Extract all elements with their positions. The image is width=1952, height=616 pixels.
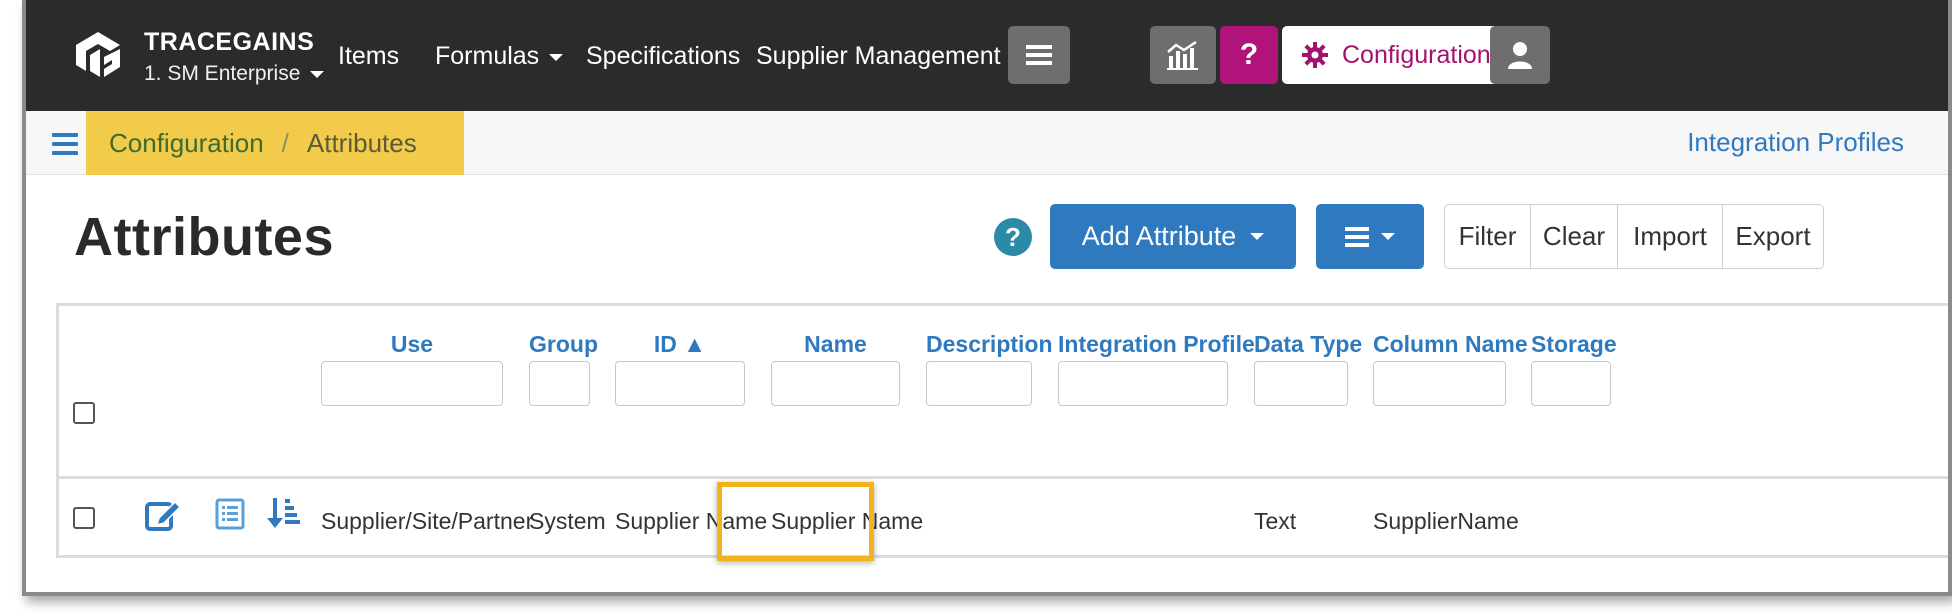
user-menu-button[interactable]	[1490, 26, 1550, 84]
breadcrumb-bar: Configuration / Attributes Integration P…	[26, 111, 1948, 175]
page-help-icon[interactable]: ?	[994, 218, 1032, 256]
help-button[interactable]: ?	[1220, 26, 1278, 84]
id-cell-highlight	[717, 482, 874, 561]
chevron-down-icon	[310, 70, 325, 78]
hamburger-icon	[1026, 45, 1052, 65]
filter-input-storage[interactable]	[1531, 361, 1611, 406]
column-header-use[interactable]: Use	[321, 331, 503, 358]
column-header-data-type[interactable]: Data Type	[1254, 331, 1362, 358]
brand-name: TRACEGAINS	[144, 28, 315, 56]
column-header-description[interactable]: Description	[926, 331, 1053, 358]
breadcrumb-configuration[interactable]: Configuration	[109, 128, 264, 159]
grid-action-buttons: Filter Clear Import Export	[1444, 204, 1824, 269]
cell-column-name: SupplierName	[1373, 508, 1519, 534]
tracegains-logo[interactable]	[70, 27, 126, 83]
enterprise-label: 1. SM Enterprise	[144, 62, 301, 85]
edit-icon[interactable]	[145, 498, 181, 532]
attributes-grid: Use Group ID ▲ Name Description Integrat…	[56, 303, 1948, 561]
filter-input-description[interactable]	[926, 361, 1032, 406]
enterprise-selector[interactable]: 1. SM Enterprise	[144, 62, 325, 86]
analytics-button[interactable]	[1150, 26, 1216, 84]
cell-data-type: Text	[1254, 508, 1297, 534]
column-header-storage[interactable]: Storage	[1531, 331, 1617, 358]
nav-specifications[interactable]: Specifications	[586, 42, 740, 71]
breadcrumb-separator: /	[281, 127, 289, 158]
column-header-name[interactable]: Name	[771, 331, 900, 358]
column-header-integration-profile[interactable]: Integration Profile	[1058, 331, 1255, 358]
configuration-button[interactable]: Configuration	[1282, 26, 1511, 84]
chevron-down-icon	[549, 53, 564, 61]
hamburger-icon	[1345, 226, 1369, 247]
chevron-down-icon	[1250, 233, 1265, 240]
bulk-actions-menu-button[interactable]	[1316, 204, 1424, 269]
grid-header: Use Group ID ▲ Name Description Integrat…	[59, 306, 1948, 479]
filter-input-use[interactable]	[321, 361, 503, 406]
column-header-id[interactable]: ID ▲	[615, 331, 745, 358]
import-button[interactable]: Import	[1618, 205, 1723, 268]
user-icon	[1508, 42, 1532, 69]
sidebar-toggle-icon[interactable]	[52, 133, 78, 155]
nav-formulas-label: Formulas	[435, 42, 540, 70]
column-header-group[interactable]: Group	[529, 331, 598, 358]
app-window: TRACEGAINS 1. SM Enterprise Items Formul…	[22, 0, 1952, 596]
filter-input-data-type[interactable]	[1254, 361, 1348, 406]
page-title: Attributes	[74, 207, 334, 267]
row-checkbox[interactable]	[73, 507, 95, 529]
integration-profiles-link[interactable]: Integration Profiles	[1687, 127, 1904, 158]
filter-button[interactable]: Filter	[1445, 205, 1531, 268]
analytics-icon	[1167, 40, 1198, 70]
filter-input-id[interactable]	[615, 361, 745, 406]
gear-icon	[1302, 42, 1328, 68]
add-attribute-label: Add Attribute	[1081, 221, 1237, 251]
clear-button[interactable]: Clear	[1531, 205, 1618, 268]
sort-icon[interactable]	[267, 496, 301, 530]
top-navbar: TRACEGAINS 1. SM Enterprise Items Formul…	[26, 0, 1948, 111]
nav-supplier-management[interactable]: Supplier Management	[756, 42, 1025, 71]
cell-use: Supplier/Site/Partner	[321, 508, 534, 534]
nav-formulas[interactable]: Formulas	[435, 42, 564, 71]
nav-supplier-management-label: Supplier Management	[756, 42, 1001, 70]
select-all-checkbox[interactable]	[73, 402, 95, 424]
export-button[interactable]: Export	[1723, 205, 1823, 268]
filter-input-column-name[interactable]	[1373, 361, 1506, 406]
chevron-down-icon	[1381, 233, 1395, 240]
breadcrumb-attributes: Attributes	[306, 127, 417, 158]
breadcrumb: Configuration / Attributes	[86, 111, 464, 175]
nav-items[interactable]: Items	[338, 42, 399, 71]
filter-input-name[interactable]	[771, 361, 900, 406]
help-icon: ?	[1239, 38, 1259, 71]
nav-menu-button[interactable]	[1008, 26, 1070, 84]
list-icon[interactable]	[215, 498, 245, 530]
table-row: Supplier/Site/Partner System Supplier Na…	[59, 482, 1948, 558]
add-attribute-button[interactable]: Add Attribute	[1050, 204, 1296, 269]
filter-input-group[interactable]	[529, 361, 590, 406]
configuration-label: Configuration	[1342, 40, 1491, 69]
column-header-column-name[interactable]: Column Name	[1373, 331, 1528, 358]
filter-input-integration-profile[interactable]	[1058, 361, 1228, 406]
cell-group: System	[529, 508, 606, 534]
